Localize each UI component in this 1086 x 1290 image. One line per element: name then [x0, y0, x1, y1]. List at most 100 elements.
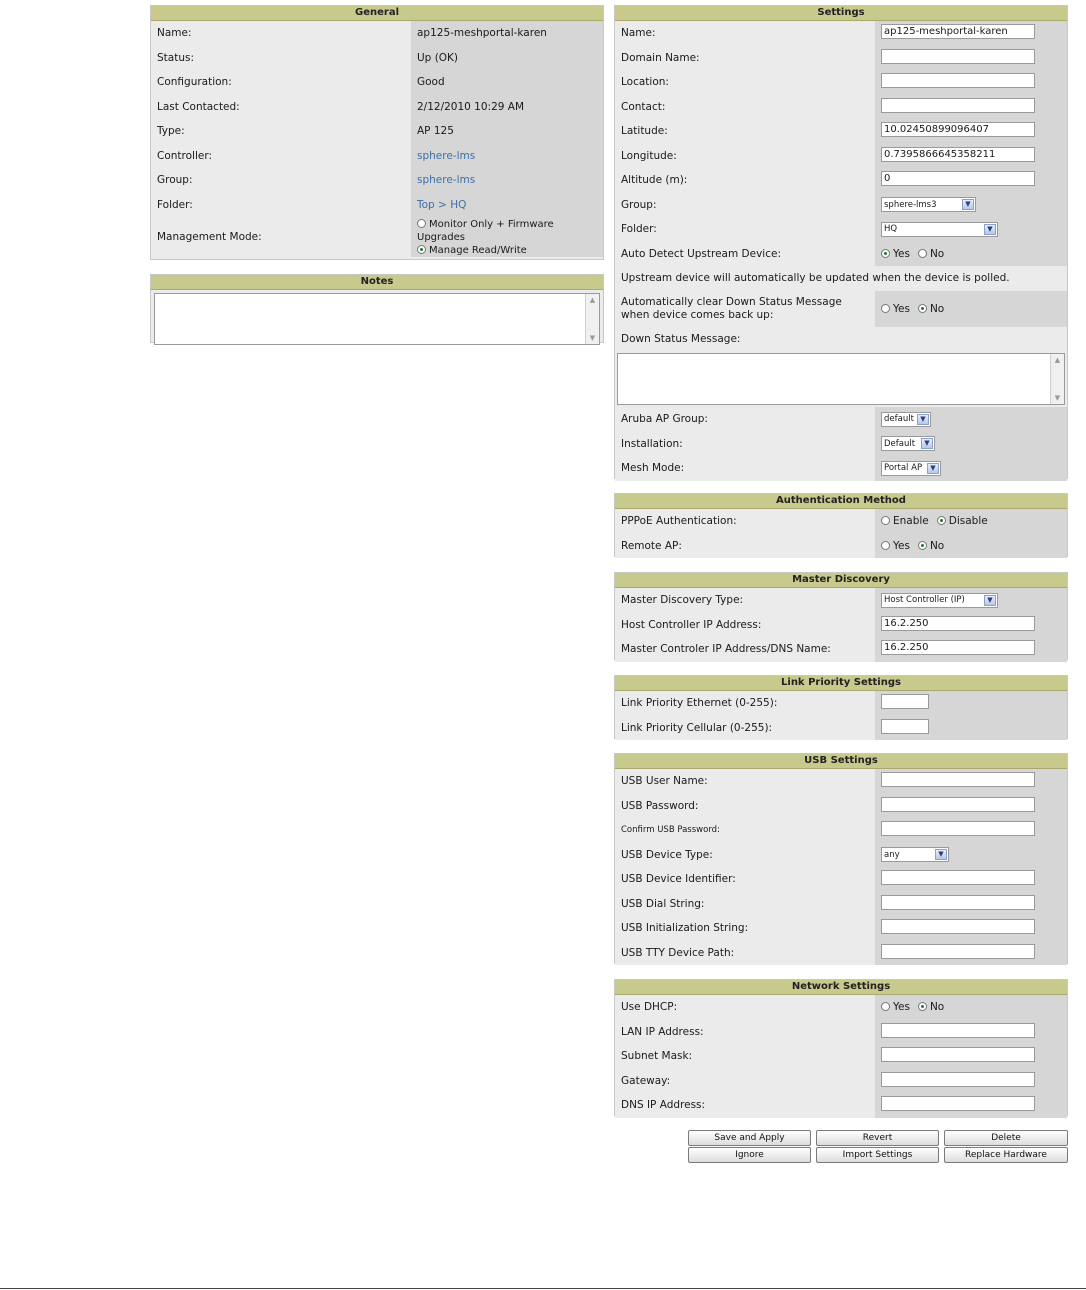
- group-link[interactable]: sphere-lms: [417, 174, 475, 186]
- dhcp-yes[interactable]: Yes: [881, 1001, 910, 1013]
- host-ip-label: Host Controller IP Address:: [615, 612, 875, 637]
- altitude-input[interactable]: 0: [881, 171, 1035, 187]
- usb-ident-label: USB Device Identifier:: [615, 867, 875, 892]
- mode-monitor-option[interactable]: Monitor Only + Firmware Upgrades: [417, 218, 597, 244]
- scroll-up-icon[interactable]: ▲: [586, 294, 599, 306]
- notes-textarea[interactable]: ▲ ▼: [154, 293, 600, 345]
- pppoe-enable-radio[interactable]: [881, 516, 890, 526]
- mode-monitor-radio[interactable]: [417, 218, 426, 228]
- master-panel: Master Discovery Master Discovery Type: H…: [614, 572, 1068, 662]
- remote-ap-no-radio[interactable]: [917, 540, 927, 550]
- link-panel: Link Priority Settings Link Priority Eth…: [614, 675, 1068, 740]
- remote-ap-no[interactable]: No: [917, 540, 944, 552]
- scroll-up-icon[interactable]: ▲: [1051, 354, 1064, 366]
- lan-ip-input[interactable]: [881, 1022, 1035, 1038]
- auto-detect-no[interactable]: No: [917, 248, 944, 260]
- pppoe-disable-radio[interactable]: [936, 516, 946, 526]
- mode-manage-option[interactable]: Manage Read/Write: [417, 244, 597, 257]
- replace-hardware-button[interactable]: Replace Hardware: [944, 1147, 1068, 1163]
- autoclear-no-label: No: [929, 302, 945, 315]
- autoclear-no-radio[interactable]: [917, 303, 927, 313]
- usb-user-input[interactable]: [881, 772, 1035, 788]
- master-type-value: Host Controller (IP): [884, 595, 965, 606]
- autoclear-yes-label: Yes: [893, 302, 910, 315]
- folder-select[interactable]: HQ ▼: [881, 221, 998, 237]
- autoclear-yes[interactable]: Yes: [881, 303, 910, 315]
- ignore-button[interactable]: Ignore: [688, 1147, 811, 1163]
- usb-confirm-label: Confirm USB Password:: [615, 818, 875, 843]
- chevron-down-icon[interactable]: ▼: [927, 462, 939, 474]
- dhcp-no-radio[interactable]: [917, 1002, 927, 1012]
- dhcp-yes-label: Yes: [893, 1001, 910, 1014]
- management-mode-group: Monitor Only + Firmware Upgrades Manage …: [411, 217, 603, 257]
- autoclear-group: Yes No: [875, 290, 1067, 327]
- aruba-group-select[interactable]: default ▼: [881, 411, 931, 427]
- longitude-input[interactable]: 0.7395866645358211: [881, 146, 1035, 162]
- notes-scrollbar[interactable]: ▲ ▼: [585, 294, 599, 344]
- auto-detect-yes-radio[interactable]: [881, 248, 890, 258]
- dhcp-no[interactable]: No: [917, 1001, 944, 1013]
- name-input[interactable]: ap125-meshportal-karen: [881, 24, 1035, 40]
- pppoe-disable[interactable]: Disable: [936, 515, 988, 527]
- auto-detect-yes[interactable]: Yes: [881, 248, 910, 260]
- chevron-down-icon[interactable]: ▼: [917, 413, 929, 425]
- save-apply-button[interactable]: Save and Apply: [688, 1130, 811, 1146]
- controller-link[interactable]: sphere-lms: [417, 150, 475, 162]
- revert-button[interactable]: Revert: [816, 1130, 939, 1146]
- chevron-down-icon[interactable]: ▼: [921, 438, 933, 450]
- installation-select[interactable]: Default ▼: [881, 436, 935, 452]
- link-cell-input[interactable]: [881, 718, 929, 734]
- scroll-down-icon[interactable]: ▼: [1051, 392, 1064, 404]
- autoclear-no[interactable]: No: [917, 302, 945, 315]
- dns-input[interactable]: [881, 1096, 1035, 1112]
- down-status-textarea[interactable]: ▲ ▼: [617, 353, 1065, 405]
- remote-ap-yes[interactable]: Yes: [881, 540, 910, 552]
- network-panel: Network Settings Use DHCP: Yes No LAN IP A…: [614, 979, 1068, 1118]
- chevron-down-icon[interactable]: ▼: [984, 223, 996, 235]
- pppoe-enable[interactable]: Enable: [881, 515, 929, 527]
- usb-dial-input[interactable]: [881, 894, 1035, 910]
- dhcp-yes-radio[interactable]: [881, 1002, 890, 1012]
- delete-button[interactable]: Delete: [944, 1130, 1068, 1146]
- subnet-input[interactable]: [881, 1047, 1035, 1063]
- general-name-label: Name:: [151, 21, 411, 46]
- mesh-mode-select[interactable]: Portal AP ▼: [881, 460, 941, 476]
- chevron-down-icon[interactable]: ▼: [935, 849, 947, 861]
- chevron-down-icon[interactable]: ▼: [962, 199, 974, 211]
- auto-detect-no-radio[interactable]: [917, 248, 927, 258]
- scroll-down-icon[interactable]: ▼: [586, 332, 599, 344]
- dhcp-label: Use DHCP:: [615, 995, 875, 1020]
- chevron-down-icon[interactable]: ▼: [984, 594, 996, 606]
- gateway-input[interactable]: [881, 1071, 1035, 1087]
- down-status-label: Down Status Message:: [615, 326, 1067, 351]
- group-select[interactable]: sphere-lms3 ▼: [881, 197, 976, 213]
- remote-ap-yes-radio[interactable]: [881, 540, 890, 550]
- notes-title: Notes: [151, 275, 603, 290]
- mode-manage-radio[interactable]: [417, 244, 426, 254]
- usb-tty-input[interactable]: [881, 943, 1035, 959]
- domain-input[interactable]: [881, 48, 1035, 64]
- contact-input[interactable]: [881, 97, 1035, 113]
- pppoe-group: Enable Disable: [875, 509, 1067, 534]
- usb-type-select[interactable]: any ▼: [881, 847, 949, 863]
- latitude-label: Latitude:: [615, 119, 875, 144]
- mesh-mode-label: Mesh Mode:: [615, 456, 875, 481]
- general-title: General: [151, 6, 603, 21]
- remote-ap-label: Remote AP:: [615, 533, 875, 558]
- master-ip-input[interactable]: 16.2.250: [881, 640, 1035, 656]
- folder-link[interactable]: Top > HQ: [417, 199, 466, 211]
- usb-init-input[interactable]: [881, 919, 1035, 935]
- master-type-select[interactable]: Host Controller (IP) ▼: [881, 592, 998, 608]
- usb-confirm-input[interactable]: [881, 821, 1035, 837]
- usb-ident-input[interactable]: [881, 870, 1035, 886]
- latitude-input[interactable]: 10.02450899096407: [881, 122, 1035, 138]
- page-footer-divider: [0, 1288, 1086, 1289]
- autoclear-yes-radio[interactable]: [881, 303, 890, 313]
- usb-type-value: any: [884, 849, 900, 860]
- link-eth-input[interactable]: [881, 694, 929, 710]
- down-status-scrollbar[interactable]: ▲ ▼: [1050, 354, 1064, 404]
- location-input[interactable]: [881, 73, 1035, 89]
- host-ip-input[interactable]: 16.2.250: [881, 615, 1035, 631]
- usb-pass-input[interactable]: [881, 796, 1035, 812]
- import-settings-button[interactable]: Import Settings: [816, 1147, 939, 1163]
